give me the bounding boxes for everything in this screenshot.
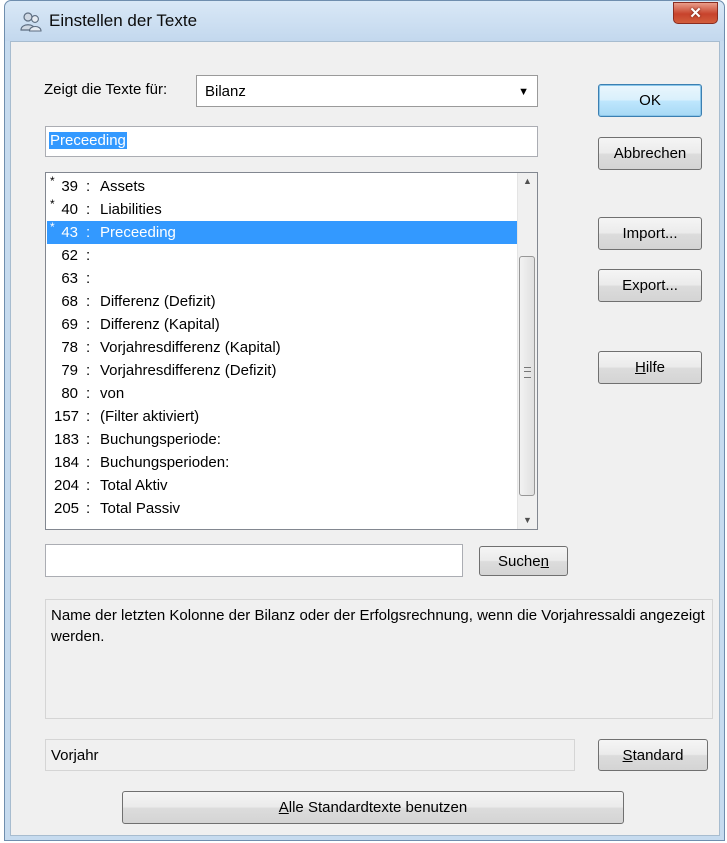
default-text-field: Vorjahr [45,739,575,771]
list-item-text: (Filter aktiviert) [100,408,200,425]
list-item-number: 79 [61,362,78,379]
text-edit-value: Preceeding [49,132,127,149]
export-button[interactable]: Export... [598,269,702,302]
list-item-number: 78 [61,339,78,356]
standard-button[interactable]: Standard [598,739,708,771]
list-item-text: Differenz (Kapital) [100,316,220,333]
list-item-text: Liabilities [100,201,162,218]
close-button[interactable]: ✕ [673,2,718,24]
use-all-defaults-button[interactable]: Alle Standardtexte benutzen [122,791,624,824]
search-label: Suche [498,552,541,570]
list-scrollbar[interactable]: ▲ ▼ [517,173,537,529]
use-all-accel-key: A [278,799,289,816]
list-item-separator: : [86,339,91,356]
search-input[interactable] [45,544,463,577]
list-item[interactable]: 205: Total Passiv [47,497,517,520]
help-accel-key: H [634,359,646,376]
list-item-text: Total Passiv [100,500,181,517]
list-item[interactable]: 80: von [47,382,517,405]
list-item-text: Preceeding [100,224,176,241]
list-item-text: Total Aktiv [100,477,168,494]
list-item[interactable]: 68: Differenz (Defizit) [47,290,517,313]
list-item[interactable]: 79: Vorjahresdifferenz (Defizit) [47,359,517,382]
list-item-separator: : [86,224,91,241]
close-icon: ✕ [689,5,702,22]
text-edit-field[interactable]: Preceeding [45,126,538,157]
list-item-text: von [100,385,125,402]
dialog-window: Einstellen der Texte ✕ Zeigt die Texte f… [4,0,725,841]
ok-button[interactable]: OK [598,84,702,117]
list-item-number: 205 [54,500,80,517]
list-item-number: 157 [54,408,80,425]
list-item-number: 183 [54,431,80,448]
list-item-number: 63 [61,270,78,287]
list-item-text: Assets [100,178,146,195]
list-item-number: 62 [61,247,78,264]
list-item[interactable]: 183: Buchungsperiode: [47,428,517,451]
dropdown-arrow-icon: ▼ [518,86,529,98]
help-label: ilfe [645,359,666,376]
standard-accel-key: S [622,746,633,764]
list-item-separator: : [86,500,91,517]
search-accel-key: n [540,552,549,570]
list-item-text: Vorjahresdifferenz (Defizit) [100,362,277,379]
list-item[interactable]: 204: Total Aktiv [47,474,517,497]
scroll-up-icon[interactable]: ▲ [518,173,537,190]
list-item-separator: : [86,362,91,379]
list-item-number: 68 [61,293,78,310]
list-item-text: Vorjahresdifferenz (Kapital) [100,339,281,356]
description-text: Name der letzten Kolonne der Bilanz oder… [51,607,705,645]
list-item[interactable]: 62: [47,244,517,267]
search-button[interactable]: Suche n [479,546,568,576]
title-bar[interactable]: Einstellen der Texte ✕ [5,1,724,41]
list-item-number: 39 [61,178,78,195]
import-button[interactable]: Import... [598,217,702,250]
list-item-number: 184 [54,454,80,471]
scroll-thumb[interactable] [519,256,535,496]
list-item[interactable]: 69: Differenz (Kapital) [47,313,517,336]
list-item-number: 80 [61,385,78,402]
window-title: Einstellen der Texte [49,11,198,30]
cancel-button[interactable]: Abbrechen [598,137,702,170]
scroll-down-icon[interactable]: ▼ [518,512,537,529]
dialog-body: Zeigt die Texte für: Bilanz ▼ Preceeding… [10,41,720,836]
default-text-value: Vorjahr [51,747,99,764]
list-item[interactable]: 78: Vorjahresdifferenz (Kapital) [47,336,517,359]
list-item[interactable]: 63: [47,267,517,290]
list-item-text: Differenz (Defizit) [100,293,216,310]
list-item-text: Buchungsperiode: [100,431,221,448]
list-item-separator: : [86,477,91,494]
list-item-number: 43 [61,224,78,241]
list-item[interactable]: * 43: Preceeding [47,220,517,244]
list-item[interactable]: * 39: Assets [47,174,517,198]
list-item-separator: : [86,431,91,448]
list-item[interactable]: * 40: Liabilities [47,197,517,221]
people-icon [20,12,42,32]
list-item-separator: : [86,408,91,425]
text-list[interactable]: 205: Total Passiv 204: Total Aktiv 184: Buchu… [45,172,538,530]
help-button[interactable]: Hilfe [598,351,702,384]
grip-icon [524,367,531,378]
show-for-label: Zeigt die Texte für: [44,81,168,98]
list-item-separator: : [86,316,91,333]
list-item-separator: : [86,247,91,264]
list-item-separator: : [86,178,91,195]
show-for-selected: Bilanz [205,83,246,100]
list-item-separator: : [86,454,91,471]
use-all-label: lle Standardtexte benutzen [288,799,468,816]
standard-label: tandard [632,746,684,764]
list-item-number: 40 [61,201,78,218]
list-item[interactable]: 184: Buchungsperioden: [47,451,517,474]
list-item[interactable]: 157: (Filter aktiviert) [47,405,517,428]
list-item-separator: : [86,385,91,402]
description-box: Name der letzten Kolonne der Bilanz oder… [45,599,713,719]
list-item-text: Buchungsperioden: [100,454,230,471]
list-item-separator: : [86,201,91,218]
list-item-number: 204 [54,477,80,494]
list-item-separator: : [86,270,91,287]
list-item-separator: : [86,293,91,310]
show-for-dropdown[interactable]: Bilanz ▼ [196,75,538,107]
list-item-number: 69 [61,316,78,333]
